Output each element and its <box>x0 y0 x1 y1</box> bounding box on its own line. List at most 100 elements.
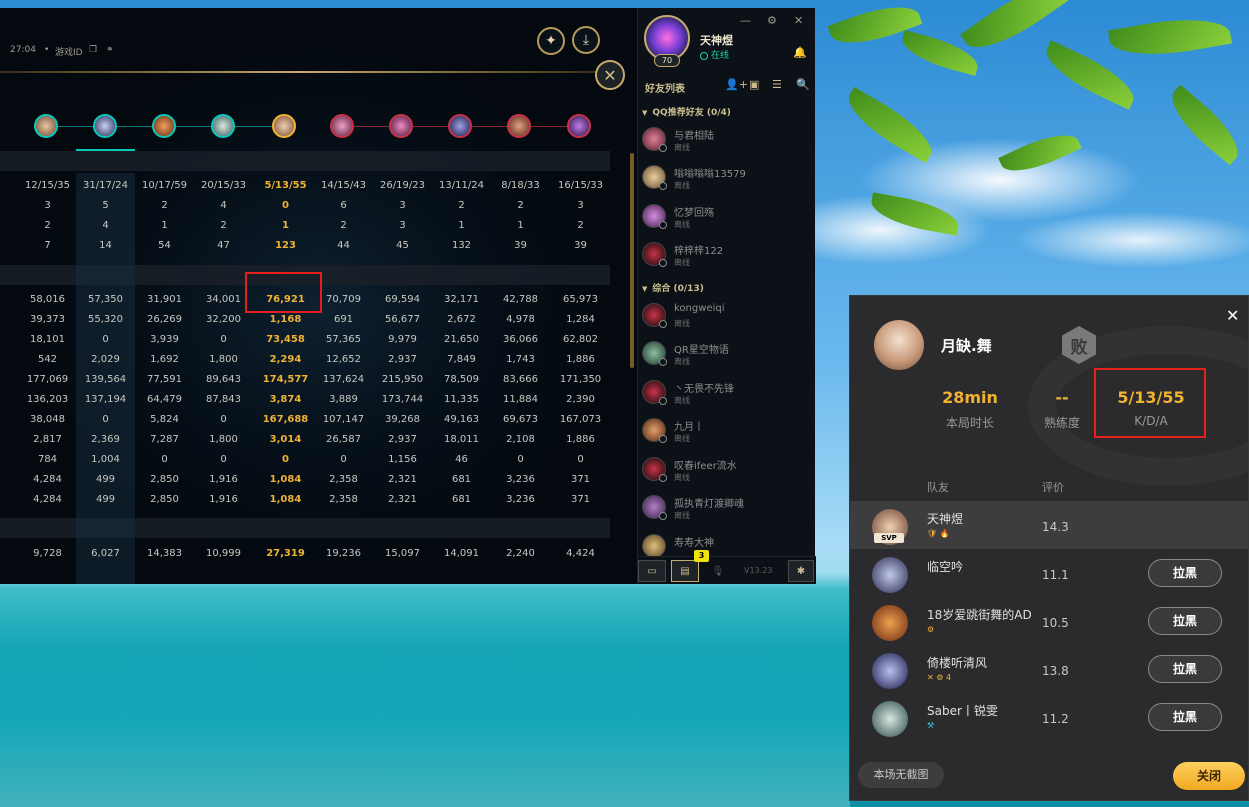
stat-cell: 87,843 <box>206 394 241 405</box>
teammate-row[interactable]: Saber丨锐雯 ⚒ 11.2 拉黑 <box>850 693 1248 741</box>
champion-portrait[interactable] <box>93 114 117 138</box>
stat-cell: 47 <box>217 240 230 251</box>
champion-portrait-self[interactable] <box>272 114 296 138</box>
match-time: 27:04 <box>10 45 36 55</box>
list-icon[interactable]: ☰ <box>772 78 782 91</box>
mic-icon[interactable]: 🎙 <box>704 560 732 582</box>
friend-item[interactable]: 九月丨 离线 <box>642 414 812 450</box>
stat-cell: 49,163 <box>444 414 479 425</box>
gear-icon[interactable]: ⚙ <box>767 14 777 27</box>
champion-portrait[interactable] <box>567 114 591 138</box>
stat-cell: 2,390 <box>566 394 595 405</box>
close-icon[interactable]: ✕ <box>1226 306 1239 325</box>
stat-cell: 12,652 <box>326 354 361 365</box>
friend-group-header[interactable]: 综合 (0/13) <box>642 281 703 294</box>
champion-portrait[interactable] <box>448 114 472 138</box>
stat-cell: 3,889 <box>329 394 358 405</box>
stat-cell: 107,147 <box>322 414 365 425</box>
friend-item[interactable]: 忆梦回殇 离线 <box>642 200 812 236</box>
download-icon[interactable]: ⤓ <box>572 26 600 54</box>
honor-icon[interactable]: ✦ <box>537 27 565 55</box>
svp-badge: SVP <box>874 533 904 543</box>
user-name[interactable]: 天神煜 <box>700 32 733 48</box>
teammate-row[interactable]: 倚楼听清风 ✕ ⚙ 4 13.8 拉黑 <box>850 645 1248 693</box>
friend-item[interactable]: 叹春ifeer流水 离线 <box>642 453 812 489</box>
stat-cell: 7,849 <box>447 354 476 365</box>
close-button[interactable]: 关闭 <box>1173 762 1245 790</box>
offline-indicator <box>659 512 667 520</box>
minimize-icon[interactable]: — <box>740 14 751 27</box>
close-icon[interactable]: ✕ <box>595 60 625 90</box>
add-friend-icon[interactable]: 👤+ <box>725 78 748 91</box>
champion-portrait[interactable] <box>34 114 58 138</box>
offline-indicator <box>659 259 667 267</box>
block-button[interactable]: 拉黑 <box>1148 607 1222 635</box>
friend-item[interactable]: 丶无畏不先锋 离线 <box>642 376 812 412</box>
champion-portrait[interactable] <box>211 114 235 138</box>
stat-cell: 3,236 <box>506 494 535 505</box>
add-folder-icon[interactable]: ▣ <box>749 78 759 91</box>
stat-cell: 6 <box>340 200 347 211</box>
block-button[interactable]: 拉黑 <box>1148 703 1222 731</box>
friend-item[interactable]: kongweiqi 离线 <box>642 299 812 335</box>
teammate-row[interactable]: 临空吟 11.1 拉黑 <box>850 549 1248 597</box>
stat-cell: 39,373 <box>30 314 65 325</box>
stat-row: 38,048 0 5,824 0 167,688 107,147 39,268 49,163 6… <box>0 410 610 430</box>
stat-cell: 62,802 <box>563 334 598 345</box>
friend-item[interactable]: 与君相陆 离线 <box>642 123 812 159</box>
scrollbar[interactable] <box>630 153 634 368</box>
friend-item[interactable]: 孤执青灯渡卿魂 离线 <box>642 491 812 527</box>
stat-cell: 1,800 <box>209 434 238 445</box>
stat-cell: 42,788 <box>503 294 538 305</box>
chat-icon[interactable]: ▭ <box>638 560 666 582</box>
stat-mastery-label: 熟练度 <box>1043 416 1080 430</box>
stat-cell: 12/15/35 <box>25 180 70 191</box>
bell-icon[interactable]: 🔔 <box>793 46 807 59</box>
friend-item[interactable]: 嗡嗡嗡嗡13579 离线 <box>642 161 812 197</box>
champion-portrait[interactable] <box>507 114 531 138</box>
stat-cell: 15,097 <box>385 548 420 559</box>
stat-cell: 11,335 <box>444 394 479 405</box>
block-button[interactable]: 拉黑 <box>1148 655 1222 683</box>
stat-cell: 2,369 <box>91 434 120 445</box>
stat-cell: 2,850 <box>150 474 179 485</box>
copy-icon[interactable]: ❐ <box>89 45 97 55</box>
stat-cell: 58,016 <box>30 294 65 305</box>
stat-cell: 2 <box>517 200 524 211</box>
champion-portrait[interactable] <box>330 114 354 138</box>
stat-cell: 2,817 <box>33 434 62 445</box>
stat-cell: 9,728 <box>33 548 62 559</box>
stat-cell: 499 <box>95 474 116 485</box>
friend-name: 忆梦回殇 <box>674 208 714 219</box>
stat-cell: 2 <box>44 220 51 231</box>
friend-item[interactable]: 梓梓梓122 离线 <box>642 238 812 274</box>
champion-portrait[interactable] <box>389 114 413 138</box>
no-screenshot-button[interactable]: 本场无截图 <box>858 762 944 788</box>
stat-cell: 4,978 <box>506 314 535 325</box>
user-status[interactable]: 在线 <box>700 48 729 61</box>
stat-cell: 39 <box>574 240 587 251</box>
champion-portrait[interactable] <box>152 114 176 138</box>
teammate-tags: 🛡 🔥 <box>927 529 950 538</box>
close-icon[interactable]: ✕ <box>794 14 803 27</box>
search-icon[interactable]: 🔍 <box>796 78 810 91</box>
friend-status: 离线 <box>674 511 690 520</box>
stat-cell: 20/15/33 <box>201 180 246 191</box>
stat-cell: 64,479 <box>147 394 182 405</box>
teammate-row[interactable]: SVP 天神煜 🛡 🔥 14.3 <box>850 501 1248 549</box>
stat-cell: 0 <box>220 414 227 425</box>
teammate-row[interactable]: 18岁爱跳街舞的AD ⚙ 10.5 拉黑 <box>850 597 1248 645</box>
share-icon[interactable]: ⚭ <box>106 45 114 55</box>
stat-cell: 2 <box>340 220 347 231</box>
stat-cell: 123 <box>275 240 296 251</box>
stat-cell: 7 <box>44 240 51 251</box>
friend-group-header[interactable]: QQ推荐好友 (0/4) <box>642 105 730 118</box>
bug-report-icon[interactable]: ✱ <box>788 560 814 582</box>
block-button[interactable]: 拉黑 <box>1148 559 1222 587</box>
stat-cell: 14 <box>99 240 112 251</box>
teammate-score: 11.1 <box>1042 568 1069 582</box>
message-icon[interactable]: ▤ <box>671 560 699 582</box>
stat-cell: 26,587 <box>326 434 361 445</box>
friend-item[interactable]: QR星空物语 离线 <box>642 337 812 373</box>
stat-cell: 3,874 <box>269 394 302 405</box>
